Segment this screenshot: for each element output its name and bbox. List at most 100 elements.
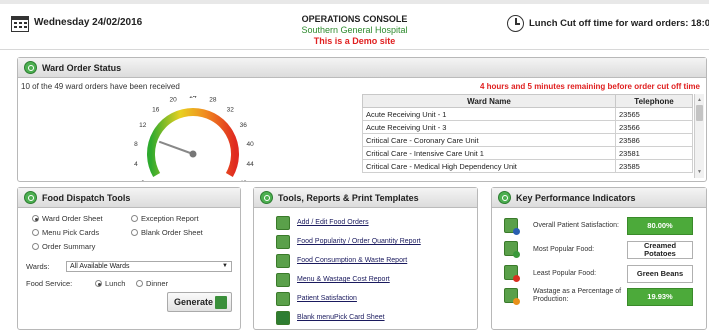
- radio-icon[interactable]: [32, 229, 39, 236]
- telephone-cell: 23581: [615, 146, 693, 160]
- spreadsheet-icon: [215, 296, 227, 309]
- tool-link-blank-menu-card[interactable]: Blank menuPick Card Sheet: [276, 311, 476, 325]
- cost-report-icon: [276, 273, 290, 287]
- kpi-value-satisfaction: 80.00%: [627, 217, 693, 235]
- generate-button[interactable]: Generate: [167, 292, 232, 312]
- gauge-hub: [189, 150, 197, 158]
- telephone-cell: 23566: [615, 120, 693, 134]
- kpi-value-wastage: 19.93%: [627, 288, 693, 306]
- wastage-icon: [504, 288, 520, 305]
- gauge-tick-label: 32: [227, 107, 235, 114]
- option-blank-order-sheet[interactable]: Blank Order Sheet: [131, 228, 203, 237]
- table-scrollbar[interactable]: ▲ ▼: [694, 94, 704, 178]
- generate-button-label: Generate: [174, 297, 214, 307]
- table-row[interactable]: Acute Receiving Unit - 3 23566: [362, 120, 693, 134]
- panel-header: Key Performance Indicators: [492, 188, 706, 208]
- gauge-tick-label: 16: [152, 107, 160, 114]
- ward-table: Ward Name Telephone Acute Receiving Unit…: [362, 94, 693, 173]
- orders-received-text: 10 of the 49 ward orders have been recei…: [21, 82, 180, 91]
- gauge-tick-label: 8: [134, 141, 138, 148]
- table-row[interactable]: Critical Care - Intensive Care Unit 1 235…: [362, 146, 693, 160]
- scroll-up-icon[interactable]: ▲: [697, 97, 702, 103]
- gauge-tick-label: 44: [247, 161, 255, 168]
- waste-bin-icon: [276, 254, 290, 268]
- option-order-summary[interactable]: Order Summary: [32, 242, 95, 251]
- panel-header: Food Dispatch Tools: [18, 188, 240, 208]
- report-icon: [276, 235, 290, 249]
- panel-title: Ward Order Status: [42, 62, 122, 73]
- gauge-tick-label: 20: [170, 96, 178, 103]
- radio-icon[interactable]: [32, 215, 39, 222]
- option-exception-report[interactable]: Exception Report: [131, 214, 199, 223]
- panel-header: Ward Order Status: [18, 58, 706, 78]
- panel-title: Food Dispatch Tools: [42, 192, 131, 203]
- tool-link-add-edit-food-orders[interactable]: Add / Edit Food Orders: [276, 216, 476, 230]
- panel-badge-icon: [24, 191, 37, 204]
- kpi-label: Overall Patient Satisfaction:: [533, 222, 619, 229]
- unpopular-food-icon: [504, 265, 520, 282]
- telephone-cell: 23565: [615, 107, 693, 121]
- panel-title: Tools, Reports & Print Templates: [278, 192, 419, 203]
- kpi-label: Most Popular Food:: [533, 246, 595, 253]
- column-header-ward-name: Ward Name: [362, 94, 616, 108]
- radio-icon[interactable]: [32, 243, 39, 250]
- excel-icon: [276, 311, 290, 325]
- panel-badge-icon: [498, 191, 511, 204]
- radio-icon[interactable]: [95, 280, 102, 287]
- top-bar: Wednesday 24/02/2016 OPERATIONS CONSOLE …: [0, 0, 709, 50]
- food-order-icon: [276, 216, 290, 230]
- food-service-label: Food Service:: [26, 279, 73, 288]
- scroll-down-icon[interactable]: ▼: [697, 169, 702, 175]
- panel-header: Tools, Reports & Print Templates: [254, 188, 477, 208]
- tool-link-food-popularity[interactable]: Food Popularity / Order Quantity Report: [276, 235, 476, 249]
- option-menu-pick-cards[interactable]: Menu Pick Cards: [32, 228, 99, 237]
- ward-name-cell: Critical Care - Medical High Dependency …: [362, 159, 616, 173]
- tool-link-patient-satisfaction[interactable]: Patient Satisfaction: [276, 292, 476, 306]
- gauge-tick-label: 40: [247, 141, 255, 148]
- top-strip: [0, 0, 709, 4]
- clock-icon: [507, 15, 524, 32]
- ward-name-cell: Critical Care - Coronary Care Unit: [362, 133, 616, 147]
- telephone-cell: 23585: [615, 159, 693, 173]
- gauge-tick-label: 24: [189, 96, 197, 100]
- gauge-tick-label: 12: [139, 122, 147, 129]
- radio-icon[interactable]: [136, 280, 143, 287]
- table-header-row: Ward Name Telephone: [362, 94, 693, 108]
- tool-link-consumption-waste[interactable]: Food Consumption & Waste Report: [276, 254, 476, 268]
- orders-gauge: 04812162024283236404448: [134, 96, 255, 181]
- scroll-thumb[interactable]: [696, 105, 703, 121]
- ward-order-status-panel: Ward Order Status 10 of the 49 ward orde…: [17, 57, 707, 182]
- tool-link-menu-wastage-cost[interactable]: Menu & Wastage Cost Report: [276, 273, 476, 287]
- gauge-tick-label: 48: [240, 180, 248, 181]
- gauge-tick-label: 4: [134, 161, 138, 168]
- panel-badge-icon: [24, 61, 37, 74]
- panel-badge-icon: [260, 191, 273, 204]
- kpi-label: Wastage as a Percentage of Production:: [533, 288, 622, 303]
- tools-reports-panel: Tools, Reports & Print Templates Add / E…: [253, 187, 478, 330]
- gauge-tick-label: 36: [240, 122, 248, 129]
- telephone-cell: 23586: [615, 133, 693, 147]
- service-dinner[interactable]: Dinner: [136, 279, 168, 288]
- dropdown-arrow-icon[interactable]: ▼: [222, 262, 228, 271]
- gauge-tick-label: 28: [209, 96, 217, 103]
- food-dispatch-panel: Food Dispatch Tools Ward Order Sheet Exc…: [17, 187, 241, 330]
- kpi-panel: Key Performance Indicators Overall Patie…: [491, 187, 707, 330]
- demo-notice: This is a Demo site: [313, 36, 396, 46]
- wards-select-value: All Available Wards: [70, 263, 130, 270]
- table-row[interactable]: Critical Care - Medical High Dependency …: [362, 159, 693, 173]
- ward-name-cell: Critical Care - Intensive Care Unit 1: [362, 146, 616, 160]
- wards-label: Wards:: [26, 262, 50, 271]
- satisfaction-icon: [276, 292, 290, 306]
- radio-icon[interactable]: [131, 215, 138, 222]
- table-row[interactable]: Acute Receiving Unit - 1 23565: [362, 107, 693, 121]
- service-lunch[interactable]: Lunch: [95, 279, 125, 288]
- ward-name-cell: Acute Receiving Unit - 1: [362, 107, 616, 121]
- radio-icon[interactable]: [131, 229, 138, 236]
- kpi-value-most-popular: Creamed Potatoes: [627, 241, 693, 259]
- time-remaining-text: 4 hours and 5 minutes remaining before o…: [479, 82, 700, 91]
- wards-select[interactable]: All Available Wards ▼: [66, 261, 232, 272]
- table-row[interactable]: Critical Care - Coronary Care Unit 23586: [362, 133, 693, 147]
- option-ward-order-sheet[interactable]: Ward Order Sheet: [32, 214, 103, 223]
- ward-name-cell: Acute Receiving Unit - 3: [362, 120, 616, 134]
- gauge-needle: [158, 140, 194, 155]
